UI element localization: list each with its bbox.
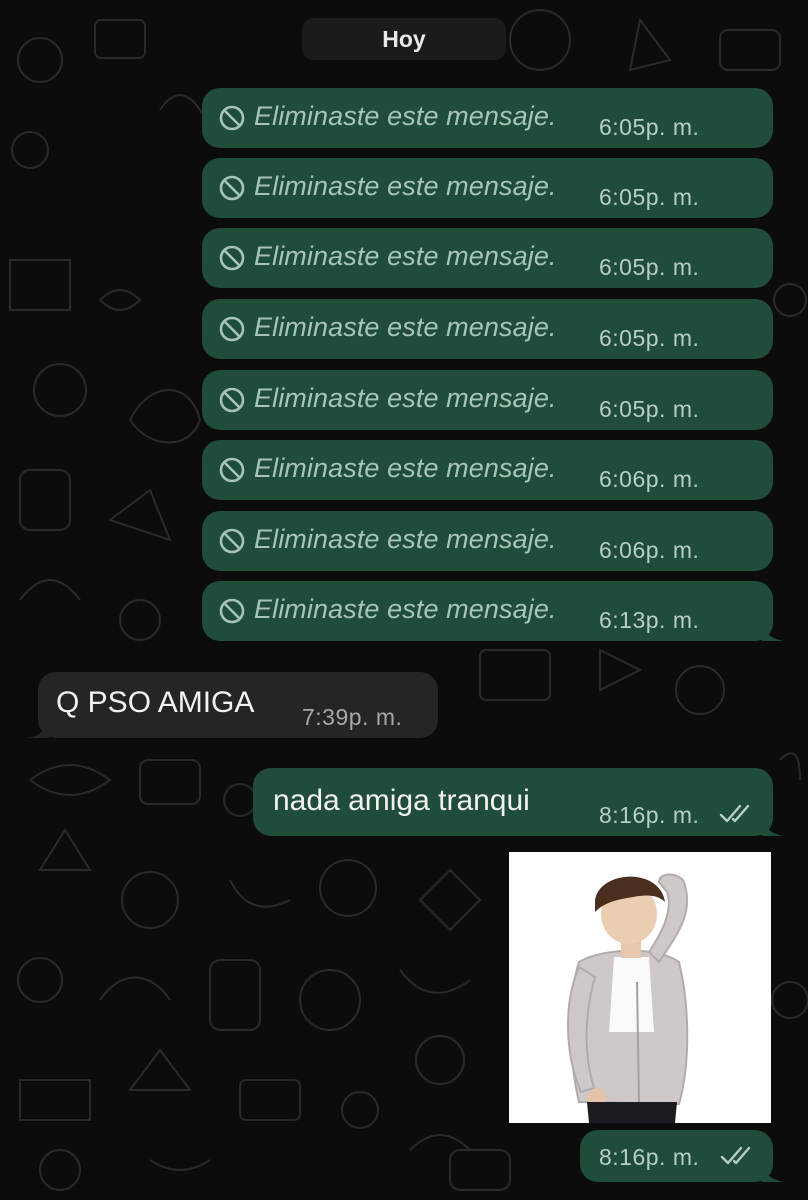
message-time-value: 8:16 — [599, 1144, 646, 1170]
deleted-message-bubble[interactable]: Eliminaste este mensaje. 6:13p. m. — [202, 581, 784, 641]
photo-message[interactable] — [509, 852, 771, 1123]
deleted-message-text: Eliminaste este mensaje. — [254, 524, 557, 554]
message-time: 6:05p. m. — [599, 325, 699, 352]
message-time-value: 6:13 — [599, 607, 646, 633]
message-time-period: p. m. — [645, 396, 700, 422]
deleted-ban-icon — [219, 175, 245, 201]
message-time: 7:39p. m. — [302, 704, 402, 731]
message-time-value: 6:06 — [599, 537, 646, 563]
message-time: 6:05p. m. — [599, 396, 699, 423]
deleted-ban-icon — [219, 105, 245, 131]
deleted-message-text: Eliminaste este mensaje. — [254, 101, 557, 131]
outgoing-message-bubble[interactable]: nada amiga tranqui 8:16p. m. — [253, 768, 784, 836]
message-text: nada amiga tranqui — [273, 784, 530, 817]
message-time: 6:06p. m. — [599, 537, 699, 564]
deleted-ban-icon — [219, 457, 245, 483]
bubble-tail — [27, 720, 49, 738]
message-time: 6:05p. m. — [599, 254, 699, 281]
message-time: 6:05p. m. — [599, 114, 699, 141]
message-time-value: 6:05 — [599, 396, 646, 422]
message-time-value: 6:05 — [599, 114, 646, 140]
message-time: 8:16p. m. — [599, 1144, 699, 1171]
message-time-value: 8:16 — [599, 802, 646, 828]
message-time: 6:06p. m. — [599, 466, 699, 493]
deleted-message-text: Eliminaste este mensaje. — [254, 241, 557, 271]
deleted-message-bubble[interactable]: Eliminaste este mensaje. 6:05p. m. — [202, 158, 773, 218]
deleted-message-text: Eliminaste este mensaje. — [254, 312, 557, 342]
message-time-value: 6:05 — [599, 325, 646, 351]
deleted-ban-icon — [219, 387, 245, 413]
message-text: Q PSO AMIGA — [56, 686, 255, 719]
deleted-message-text: Eliminaste este mensaje. — [254, 171, 557, 201]
message-time-period: p. m. — [348, 704, 403, 730]
message-time-period: p. m. — [645, 537, 700, 563]
message-time-period: p. m. — [645, 114, 700, 140]
deleted-message-text: Eliminaste este mensaje. — [254, 453, 557, 483]
message-time-value: 6:05 — [599, 184, 646, 210]
deleted-ban-icon — [219, 245, 245, 271]
message-time: 6:13p. m. — [599, 607, 699, 634]
message-time-period: p. m. — [645, 184, 700, 210]
message-time-period: p. m. — [645, 1144, 700, 1170]
message-time-period: p. m. — [645, 607, 700, 633]
incoming-message-bubble[interactable]: Q PSO AMIGA 7:39p. m. — [27, 672, 438, 738]
photo-time-bubble: 8:16p. m. — [580, 1130, 784, 1182]
deleted-message-bubble[interactable]: Eliminaste este mensaje. 6:06p. m. — [202, 511, 773, 571]
date-separator: Hoy — [302, 18, 506, 60]
deleted-message-bubble[interactable]: Eliminaste este mensaje. 6:05p. m. — [202, 370, 773, 430]
message-time-period: p. m. — [645, 325, 700, 351]
deleted-message-bubble[interactable]: Eliminaste este mensaje. 6:05p. m. — [202, 88, 773, 148]
message-time-value: 7:39 — [302, 704, 349, 730]
bubble-tail — [762, 1164, 784, 1182]
deleted-message-bubble[interactable]: Eliminaste este mensaje. 6:06p. m. — [202, 440, 773, 500]
bubble-tail — [762, 818, 784, 836]
read-receipt-icon — [719, 804, 750, 823]
message-time-period: p. m. — [645, 466, 700, 492]
message-time-value: 6:05 — [599, 254, 646, 280]
deleted-message-bubble[interactable]: Eliminaste este mensaje. 6:05p. m. — [202, 299, 773, 359]
chat-screen: Hoy Eliminaste este mensaje. 6:05p. m. Eli… — [0, 0, 808, 1200]
deleted-message-text: Eliminaste este mensaje. — [254, 383, 557, 413]
message-time: 8:16p. m. — [599, 802, 699, 829]
deleted-message-bubble[interactable]: Eliminaste este mensaje. 6:05p. m. — [202, 228, 773, 288]
photo-person-icon — [509, 852, 771, 1123]
deleted-ban-icon — [219, 316, 245, 342]
message-time-period: p. m. — [645, 802, 700, 828]
bubble-tail — [762, 623, 784, 641]
message-time: 6:05p. m. — [599, 184, 699, 211]
deleted-ban-icon — [219, 598, 245, 624]
read-receipt-icon — [720, 1146, 751, 1165]
deleted-message-text: Eliminaste este mensaje. — [254, 594, 557, 624]
deleted-ban-icon — [219, 528, 245, 554]
date-separator-label: Hoy — [382, 25, 426, 52]
message-time-period: p. m. — [645, 254, 700, 280]
message-time-value: 6:06 — [599, 466, 646, 492]
